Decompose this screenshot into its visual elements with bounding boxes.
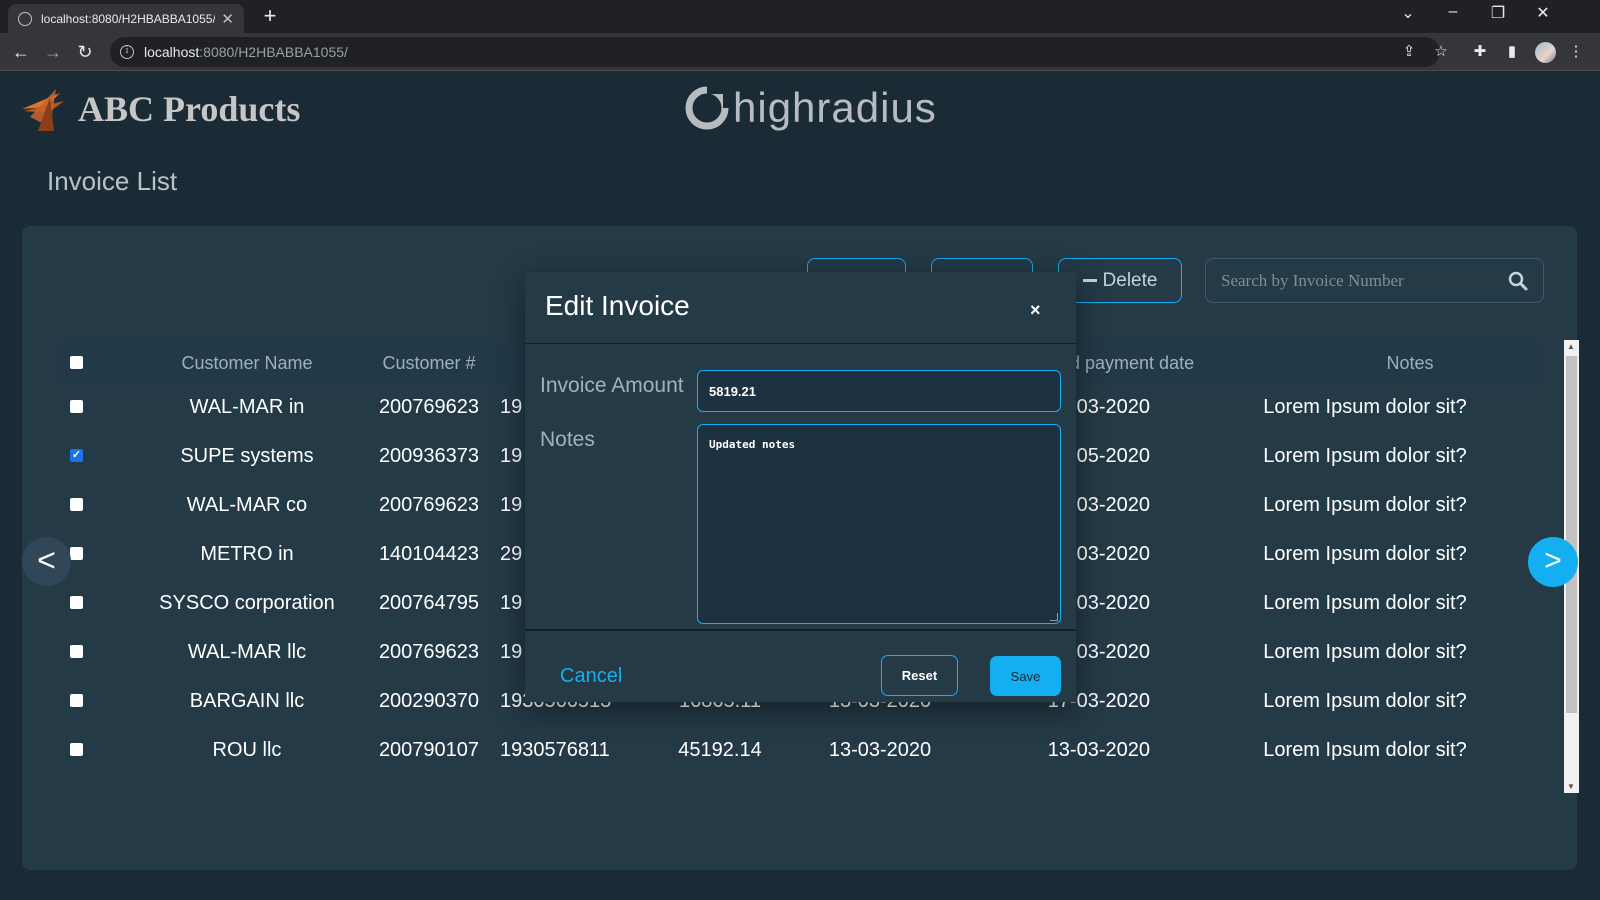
cell-customer-number: 200936373 <box>378 444 480 467</box>
delete-button[interactable]: Delete <box>1058 258 1182 303</box>
table-row[interactable]: ROU llc 200790107 1930576811 45192.14 13-03-… <box>60 725 1540 775</box>
delete-label: Delete <box>1102 269 1158 291</box>
tab-title: localhost:8080/H2HBABBA1055/ <box>41 11 216 26</box>
edit-invoice-modal: Edit Invoice × Invoice Amount 5819.21 No… <box>525 272 1076 702</box>
cell-customer-number: 200790107 <box>378 738 480 761</box>
highradius-logo: highradius <box>683 84 937 132</box>
cancel-button[interactable]: Cancel <box>560 665 622 688</box>
prev-page-button[interactable]: < <box>22 537 71 586</box>
cell-notes: Lorem Ipsum dolor sit? <box>1263 738 1467 761</box>
row-checkbox[interactable] <box>70 498 83 511</box>
header-customer-number[interactable]: Customer # <box>364 353 494 374</box>
cell-customer-number: 140104423 <box>378 542 480 565</box>
cell-customer-name: ROU llc <box>212 738 282 761</box>
reload-icon[interactable]: ↻ <box>72 39 98 65</box>
cell-customer-number: 200769623 <box>378 493 480 516</box>
cell-customer-number: 200769623 <box>378 640 480 663</box>
cell-customer-name: WAL-MAR llc <box>187 640 307 663</box>
back-icon[interactable]: ← <box>8 39 34 65</box>
row-checkbox[interactable] <box>70 694 83 707</box>
cell-payment-date: 13-03-2020 <box>1047 738 1150 761</box>
minimize-icon[interactable]: – <box>1441 3 1465 21</box>
search-input[interactable]: Search by Invoice Number <box>1205 258 1544 303</box>
row-checkbox[interactable]: ✓ <box>70 449 83 462</box>
tab-search-icon[interactable]: ⌄ <box>1396 3 1420 23</box>
url-host: localhost <box>144 44 200 60</box>
row-checkbox[interactable] <box>70 400 83 413</box>
site-info-icon[interactable]: i <box>120 45 134 59</box>
page-title: Invoice List <box>47 166 178 196</box>
cell-notes: Lorem Ipsum dolor sit? <box>1263 395 1467 418</box>
row-checkbox[interactable] <box>70 547 83 560</box>
modal-header: Edit Invoice × <box>525 272 1076 344</box>
menu-icon[interactable]: ⋮ <box>1565 41 1587 63</box>
cell-notes: Lorem Ipsum dolor sit? <box>1263 640 1467 663</box>
cell-notes: Lorem Ipsum dolor sit? <box>1263 591 1467 614</box>
browser-tabbar: localhost:8080/H2HBABBA1055/ ✕ + ⌄ – ❐ ✕ <box>0 0 1600 33</box>
share-icon[interactable]: ⇪ <box>1398 41 1420 63</box>
save-button[interactable]: Save <box>990 656 1061 696</box>
row-checkbox[interactable] <box>70 743 83 756</box>
cell-notes: Lorem Ipsum dolor sit? <box>1263 444 1467 467</box>
extensions-icon[interactable]: ✚ <box>1469 41 1491 63</box>
url-path: :8080/H2HBABBA1055/ <box>199 44 348 60</box>
cell-customer-name: WAL-MAR in <box>189 395 305 418</box>
forward-icon[interactable]: → <box>40 39 66 65</box>
close-icon[interactable]: × <box>1030 300 1041 321</box>
address-bar[interactable]: i localhost:8080/H2HBABBA1055/ <box>110 37 1440 67</box>
cell-customer-name: WAL-MAR co <box>186 493 308 516</box>
header-customer-name[interactable]: Customer Name <box>147 353 347 374</box>
cell-customer-name: METRO in <box>200 542 294 565</box>
browser-toolbar: ← → ↻ i localhost:8080/H2HBABBA1055/ ⇪ ☆… <box>0 33 1600 71</box>
browser-tab[interactable]: localhost:8080/H2HBABBA1055/ ✕ <box>8 4 244 33</box>
search-icon[interactable] <box>1508 271 1528 291</box>
globe-icon <box>18 11 32 26</box>
brand-name: ABC Products <box>78 89 301 129</box>
cell-notes: Lorem Ipsum dolor sit? <box>1263 493 1467 516</box>
bookmark-star-icon[interactable]: ☆ <box>1430 41 1452 63</box>
header-payment-date[interactable]: ed payment date <box>1060 353 1230 374</box>
cell-notes: Lorem Ipsum dolor sit? <box>1263 689 1467 712</box>
select-all-checkbox[interactable] <box>70 356 83 369</box>
modal-footer: Cancel Reset Save <box>525 629 1076 702</box>
minus-icon <box>1082 279 1097 282</box>
search-placeholder: Search by Invoice Number <box>1221 270 1404 290</box>
header-notes[interactable]: Notes <box>1350 353 1470 374</box>
cell-invoice-number: 1930576811 <box>500 738 610 761</box>
close-tab-icon[interactable]: ✕ <box>221 10 234 28</box>
scroll-down-icon[interactable]: ▼ <box>1567 782 1575 791</box>
highradius-logo-text: highradius <box>733 84 937 131</box>
abc-logo-icon <box>22 89 64 131</box>
scroll-up-icon[interactable]: ▲ <box>1567 342 1575 351</box>
next-page-button[interactable]: > <box>1528 537 1578 587</box>
notes-label: Notes <box>540 428 595 451</box>
highradius-logo-icon <box>685 86 731 130</box>
cell-customer-name: SYSCO corporation <box>159 591 335 614</box>
cell-customer-number: 200290370 <box>378 689 480 712</box>
cell-customer-name: SUPE systems <box>180 444 314 467</box>
cell-customer-number: 200764795 <box>378 591 480 614</box>
cell-notes: Lorem Ipsum dolor sit? <box>1263 542 1467 565</box>
cell-customer-number: 200769623 <box>378 395 480 418</box>
row-checkbox[interactable] <box>70 645 83 658</box>
side-panel-icon[interactable]: ▮ <box>1501 41 1523 63</box>
restore-icon[interactable]: ❐ <box>1486 3 1510 23</box>
reset-button[interactable]: Reset <box>881 655 958 696</box>
scrollbar-thumb[interactable] <box>1566 356 1577 713</box>
notes-textarea[interactable]: Updated notes <box>697 424 1061 624</box>
close-window-icon[interactable]: ✕ <box>1531 3 1555 23</box>
row-checkbox[interactable] <box>70 596 83 609</box>
cell-invoice-amount: 45192.14 <box>678 738 762 761</box>
new-tab-button[interactable]: + <box>258 3 282 29</box>
invoice-amount-label: Invoice Amount <box>540 374 684 397</box>
modal-title: Edit Invoice <box>545 290 690 321</box>
invoice-amount-input[interactable]: 5819.21 <box>697 370 1061 412</box>
cell-customer-name: BARGAIN llc <box>189 689 305 712</box>
profile-avatar[interactable] <box>1535 42 1556 63</box>
cell-due-date: 13-03-2020 <box>828 738 932 761</box>
resize-grip-icon[interactable] <box>1050 613 1058 621</box>
notes-value: Updated notes <box>709 438 796 451</box>
